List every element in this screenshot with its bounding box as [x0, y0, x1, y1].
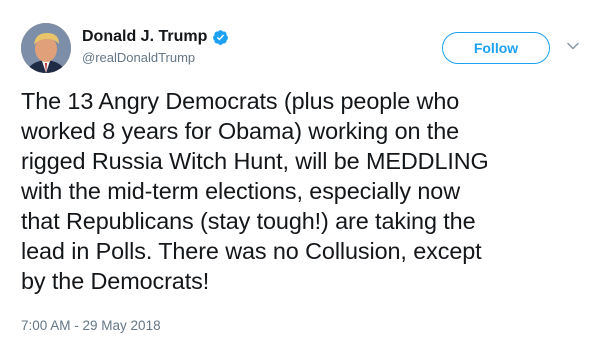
user-handle[interactable]: @realDonaldTrump [82, 50, 229, 66]
avatar[interactable] [21, 23, 71, 73]
user-info: Donald J. Trump @realDonaldTrump [82, 27, 229, 66]
tweet-text: The 13 Angry Democrats (plus people who … [21, 88, 489, 294]
follow-button[interactable]: Follow [442, 32, 550, 64]
chevron-down-icon[interactable] [567, 42, 579, 50]
tweet-card: Donald J. Trump @realDonaldTrump Follow … [0, 0, 612, 353]
verified-badge-icon [213, 29, 229, 45]
display-name[interactable]: Donald J. Trump [82, 27, 207, 47]
tweet-timestamp[interactable]: 7:00 AM - 29 May 2018 [21, 318, 161, 333]
name-row: Donald J. Trump [82, 27, 229, 47]
avatar-photo-icon [21, 23, 71, 73]
